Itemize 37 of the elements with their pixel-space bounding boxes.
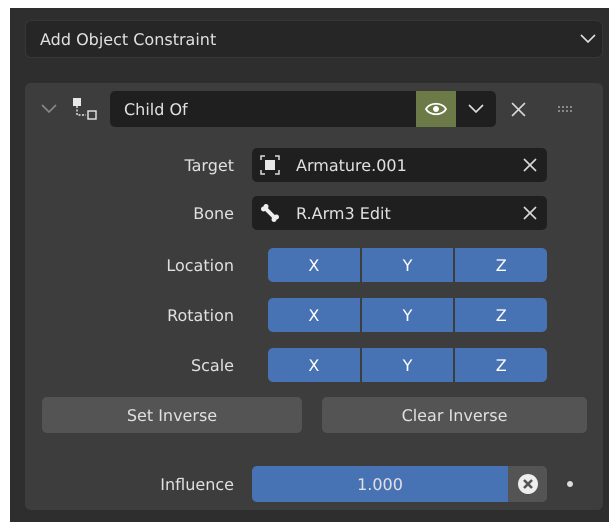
object-icon	[260, 155, 280, 175]
axis-label: Scale	[190, 356, 234, 374]
object-field[interactable]: Armature.001	[252, 148, 547, 182]
chevron-icon	[468, 104, 484, 114]
axis-toggle[interactable]: Z	[455, 348, 548, 382]
field-label: Target	[184, 156, 234, 174]
axis-toggle[interactable]: Y	[362, 298, 454, 332]
bone-icon	[260, 203, 280, 223]
field-label: Bone	[192, 204, 234, 222]
influence-label: Influence	[159, 474, 234, 494]
axis-toggle[interactable]: Z	[455, 298, 548, 332]
add-constraint-dropdown[interactable]: Add Object Constraint	[25, 20, 603, 58]
menu-dropdown[interactable]	[456, 91, 496, 127]
disable-button[interactable]	[508, 466, 547, 502]
clear-icon	[523, 206, 537, 220]
inverse-button[interactable]: Clear Inverse	[322, 397, 587, 433]
axis-toggle[interactable]: X	[268, 248, 360, 282]
axis-toggle[interactable]: X	[268, 348, 360, 382]
inverse-button[interactable]: Set Inverse	[42, 397, 302, 433]
axis-toggle[interactable]: X	[268, 298, 360, 332]
axis-label: Location	[165, 256, 234, 274]
axis-toggle[interactable]: Y	[362, 348, 454, 382]
axis-label: Rotation	[166, 306, 234, 324]
chevron-icon	[41, 104, 57, 114]
close-icon	[510, 102, 526, 116]
drag-handle-icon[interactable]	[558, 106, 572, 112]
visibility-toggle[interactable]	[416, 91, 456, 127]
axis-toggle[interactable]: Y	[362, 248, 454, 282]
eye-icon	[425, 102, 447, 116]
influence-slider[interactable]: 1.000	[252, 466, 508, 502]
close-circle-icon	[516, 473, 538, 495]
axis-toggle[interactable]: Z	[455, 248, 548, 282]
keyframe-dot-icon[interactable]	[567, 481, 573, 487]
clear-icon	[523, 158, 537, 172]
chevron-icon	[580, 34, 596, 44]
constraint-name-field[interactable]: Child Of	[110, 91, 416, 127]
object-field[interactable]: R.Arm3 Edit	[252, 196, 547, 230]
